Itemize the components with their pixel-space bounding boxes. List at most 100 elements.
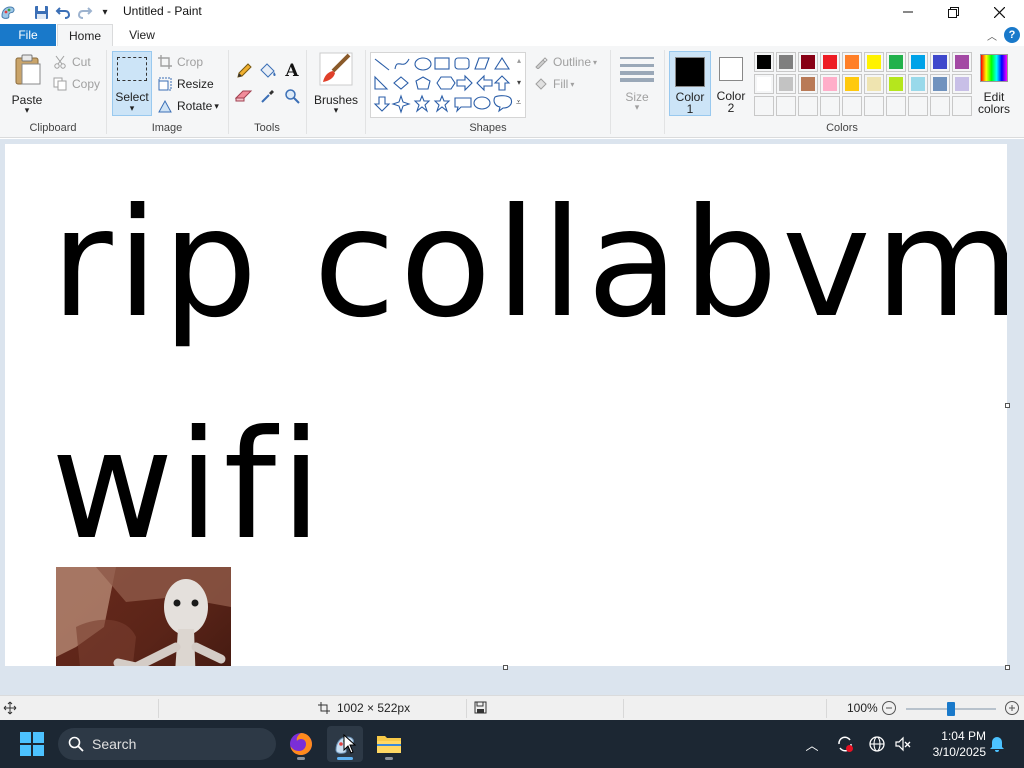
palette-custom-swatch[interactable] — [776, 96, 796, 116]
palette-color-swatch[interactable] — [798, 74, 818, 94]
palette-custom-swatch[interactable] — [908, 96, 928, 116]
network-globe-icon[interactable] — [867, 734, 887, 754]
brushes-button[interactable]: Brushes ▾ — [312, 50, 360, 116]
palette-color-swatch[interactable] — [864, 74, 884, 94]
palette-color-swatch[interactable] — [754, 74, 774, 94]
restore-button[interactable] — [930, 0, 976, 24]
shapes-scroll-down-icon[interactable]: ▾ — [517, 78, 521, 87]
canvas-resize-handle-corner[interactable] — [1005, 665, 1010, 670]
save-icon[interactable] — [33, 4, 49, 20]
close-button[interactable] — [976, 0, 1022, 24]
select-button[interactable]: Select ▾ — [112, 51, 152, 116]
color2-button[interactable]: Color 2 — [713, 51, 749, 116]
cut-button[interactable]: Cut — [52, 52, 91, 72]
minimize-button[interactable] — [885, 0, 931, 24]
start-button[interactable] — [14, 726, 50, 762]
copy-button[interactable]: Copy — [52, 74, 100, 94]
taskbar-file-explorer[interactable] — [371, 726, 407, 762]
color1-swatch — [675, 57, 705, 87]
cut-label: Cut — [72, 55, 91, 69]
palette-custom-swatch[interactable] — [754, 96, 774, 116]
rotate-button[interactable]: Rotate ▾ — [157, 96, 219, 116]
fill-bucket-icon[interactable] — [258, 61, 278, 81]
resize-button[interactable]: Resize — [157, 74, 214, 94]
palette-color-swatch[interactable] — [820, 74, 840, 94]
notification-bell-icon[interactable] — [987, 734, 1007, 754]
palette-color-swatch[interactable] — [798, 52, 818, 72]
canvas-resize-handle-right[interactable] — [1005, 403, 1010, 408]
palette-custom-swatch[interactable] — [842, 96, 862, 116]
shapes-scroll-up-icon[interactable]: ▴ — [517, 56, 521, 65]
color1-button[interactable]: Color 1 — [669, 51, 711, 116]
palette-color-swatch[interactable] — [886, 74, 906, 94]
undo-icon[interactable] — [55, 4, 71, 20]
search-icon — [68, 736, 84, 752]
system-clock[interactable]: 1:04 PM 3/10/2025 — [922, 728, 986, 760]
palette-color-swatch[interactable] — [952, 74, 972, 94]
taskbar-search-box[interactable]: Search — [58, 728, 276, 760]
palette-color-swatch[interactable] — [864, 52, 884, 72]
rainbow-palette-icon — [980, 54, 1008, 82]
zoom-out-button[interactable] — [881, 700, 897, 716]
magnifier-icon[interactable] — [282, 86, 302, 106]
color2-swatch — [719, 57, 743, 81]
palette-color-swatch[interactable] — [886, 52, 906, 72]
palette-color-fill — [955, 77, 969, 91]
palette-color-swatch[interactable] — [754, 52, 774, 72]
zoom-in-button[interactable] — [1004, 700, 1020, 716]
eraser-icon[interactable] — [234, 86, 254, 106]
palette-color-swatch[interactable] — [842, 52, 862, 72]
show-hidden-icons-chevron-icon[interactable]: ︿ — [802, 734, 822, 754]
palette-custom-swatch[interactable] — [820, 96, 840, 116]
palette-color-swatch[interactable] — [776, 52, 796, 72]
tab-view[interactable]: View — [114, 24, 170, 46]
palette-color-swatch[interactable] — [952, 52, 972, 72]
paste-button[interactable]: Paste ▾ — [6, 50, 48, 116]
size-button[interactable]: Size ▾ — [616, 52, 658, 116]
tab-file[interactable]: File — [0, 24, 56, 46]
color-picker-icon[interactable] — [258, 86, 278, 106]
zoom-slider[interactable] — [906, 702, 996, 716]
shapes-expand-icon[interactable]: ⩡ — [516, 97, 521, 108]
palette-color-fill — [823, 55, 837, 69]
palette-custom-swatch[interactable] — [930, 96, 950, 116]
edit-colors-button[interactable]: Edit colors — [974, 52, 1014, 118]
redo-icon[interactable] — [77, 4, 93, 20]
rotate-dropdown-icon: ▾ — [214, 100, 219, 111]
help-icon[interactable]: ? — [1004, 27, 1020, 43]
fill-button[interactable]: Fill ▾ — [533, 74, 574, 94]
customize-quick-access-icon[interactable]: ▾ — [97, 4, 113, 20]
palette-color-swatch[interactable] — [930, 74, 950, 94]
tab-home[interactable]: Home — [57, 24, 113, 47]
palette-color-fill — [955, 55, 969, 69]
palette-color-fill — [779, 77, 793, 91]
palette-color-swatch[interactable] — [776, 74, 796, 94]
palette-color-swatch[interactable] — [820, 52, 840, 72]
crop-button[interactable]: Crop — [157, 52, 203, 72]
explorer-running-indicator — [385, 757, 393, 760]
palette-color-swatch[interactable] — [908, 52, 928, 72]
palette-custom-swatch[interactable] — [952, 96, 972, 116]
sync-icon[interactable] — [835, 734, 855, 754]
palette-color-swatch[interactable] — [908, 74, 928, 94]
shapes-gallery-icons[interactable] — [371, 53, 527, 119]
outline-button[interactable]: Outline ▾ — [533, 52, 597, 72]
canvas-text-line1: rip collabvm — [51, 177, 1007, 351]
collapse-ribbon-icon[interactable]: ︿ — [985, 28, 999, 43]
palette-color-swatch[interactable] — [842, 74, 862, 94]
zoom-slider-thumb[interactable] — [947, 702, 955, 716]
volume-muted-icon[interactable] — [893, 734, 913, 754]
canvas-workspace: rip collabvm wifi — [0, 139, 1024, 695]
windows-logo-icon — [20, 732, 44, 756]
title-bar: ▾ Untitled - Paint — [0, 0, 1024, 24]
pencil-icon[interactable] — [234, 61, 254, 81]
drawing-canvas[interactable]: rip collabvm wifi — [5, 144, 1007, 666]
palette-custom-swatch[interactable] — [886, 96, 906, 116]
text-tool-icon[interactable]: A — [282, 61, 302, 81]
canvas-resize-handle-bottom[interactable] — [503, 665, 508, 670]
palette-custom-swatch[interactable] — [864, 96, 884, 116]
firefox-running-indicator — [297, 757, 305, 760]
palette-color-swatch[interactable] — [930, 52, 950, 72]
palette-custom-swatch[interactable] — [798, 96, 818, 116]
taskbar-firefox[interactable] — [283, 726, 319, 762]
